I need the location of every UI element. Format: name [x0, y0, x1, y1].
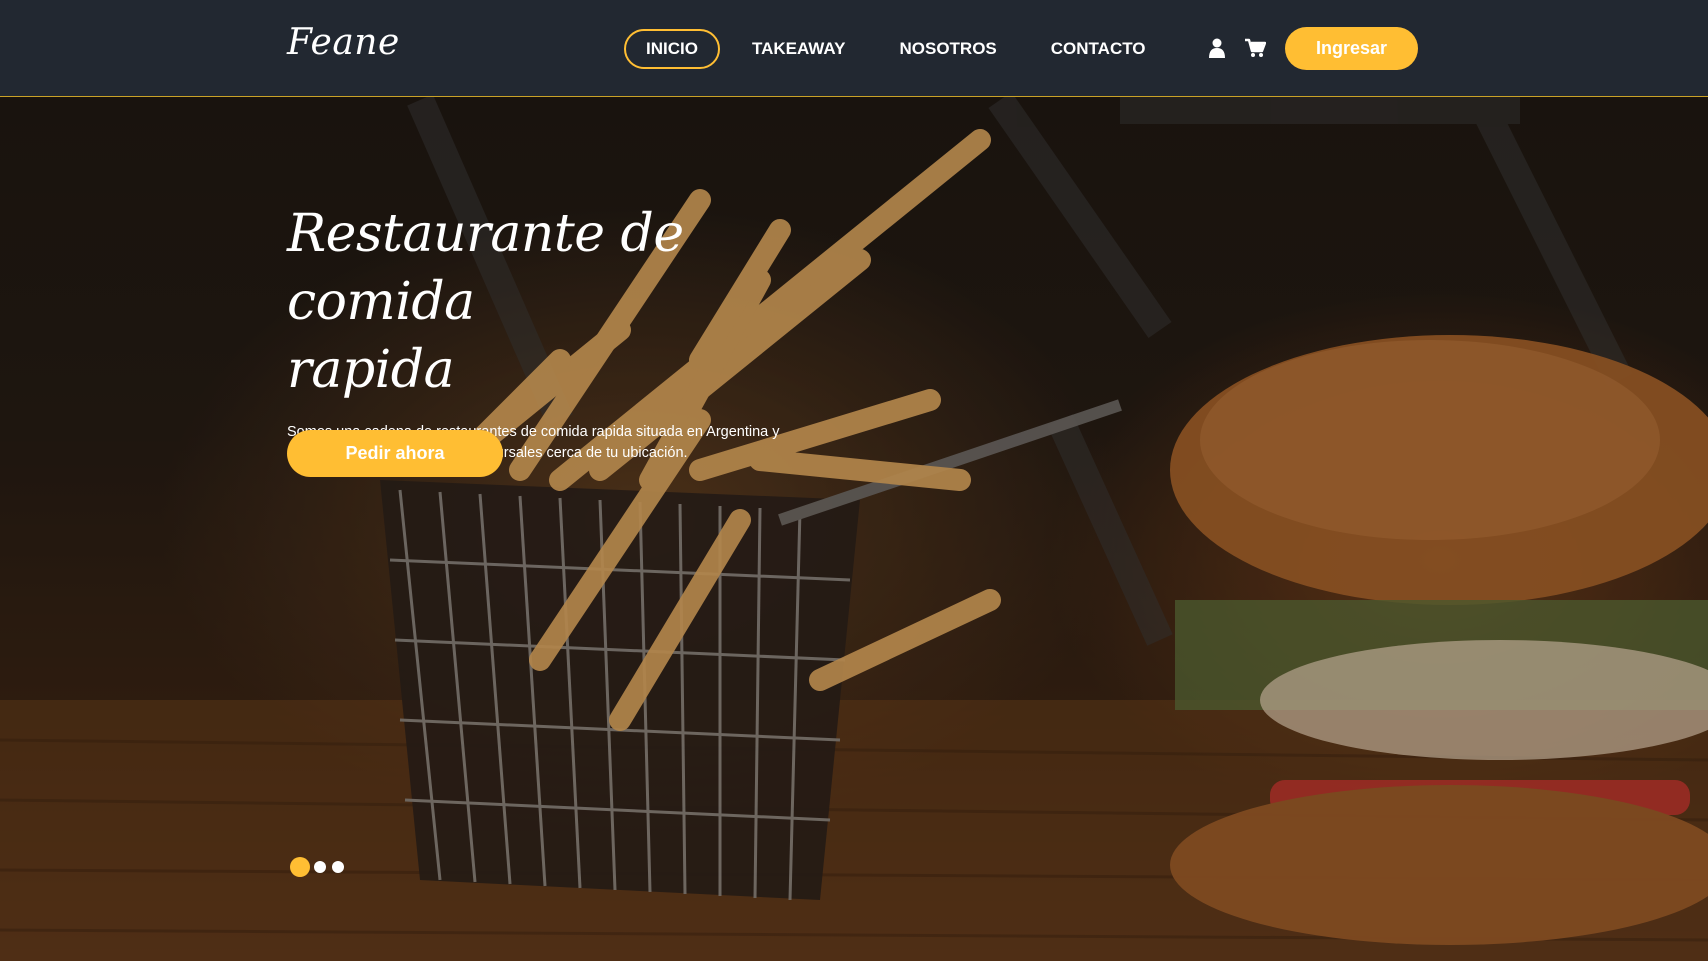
landing-page: Feane INICIO TAKEAWAY NOSOTROS CONTACTO … [0, 0, 1708, 961]
nav-item-inicio[interactable]: INICIO [624, 29, 720, 69]
hero-title: Restaurante de comida rapida [287, 200, 827, 404]
carousel-dot-1[interactable] [290, 857, 310, 877]
cart-icon[interactable] [1244, 38, 1266, 58]
carousel-dot-2[interactable] [314, 861, 326, 873]
brand-logo[interactable]: Feane [287, 22, 400, 63]
login-button[interactable]: Ingresar [1285, 27, 1418, 70]
site-header: Feane INICIO TAKEAWAY NOSOTROS CONTACTO … [0, 0, 1708, 97]
carousel-indicators [290, 857, 350, 877]
main-navigation: INICIO TAKEAWAY NOSOTROS CONTACTO [624, 29, 1178, 69]
order-now-button[interactable]: Pedir ahora [287, 430, 503, 477]
nav-item-takeaway[interactable]: TAKEAWAY [730, 29, 868, 69]
nav-item-contacto[interactable]: CONTACTO [1029, 29, 1168, 69]
hero-overlay [0, 0, 1708, 961]
user-icon[interactable] [1208, 38, 1226, 58]
nav-item-nosotros[interactable]: NOSOTROS [877, 29, 1018, 69]
hero-section: Restaurante de comida rapida Somos una c… [287, 200, 827, 477]
hero-title-line2: rapida [287, 340, 455, 400]
hero-title-line1: Restaurante de comida [287, 204, 684, 332]
carousel-dot-3[interactable] [332, 861, 344, 873]
